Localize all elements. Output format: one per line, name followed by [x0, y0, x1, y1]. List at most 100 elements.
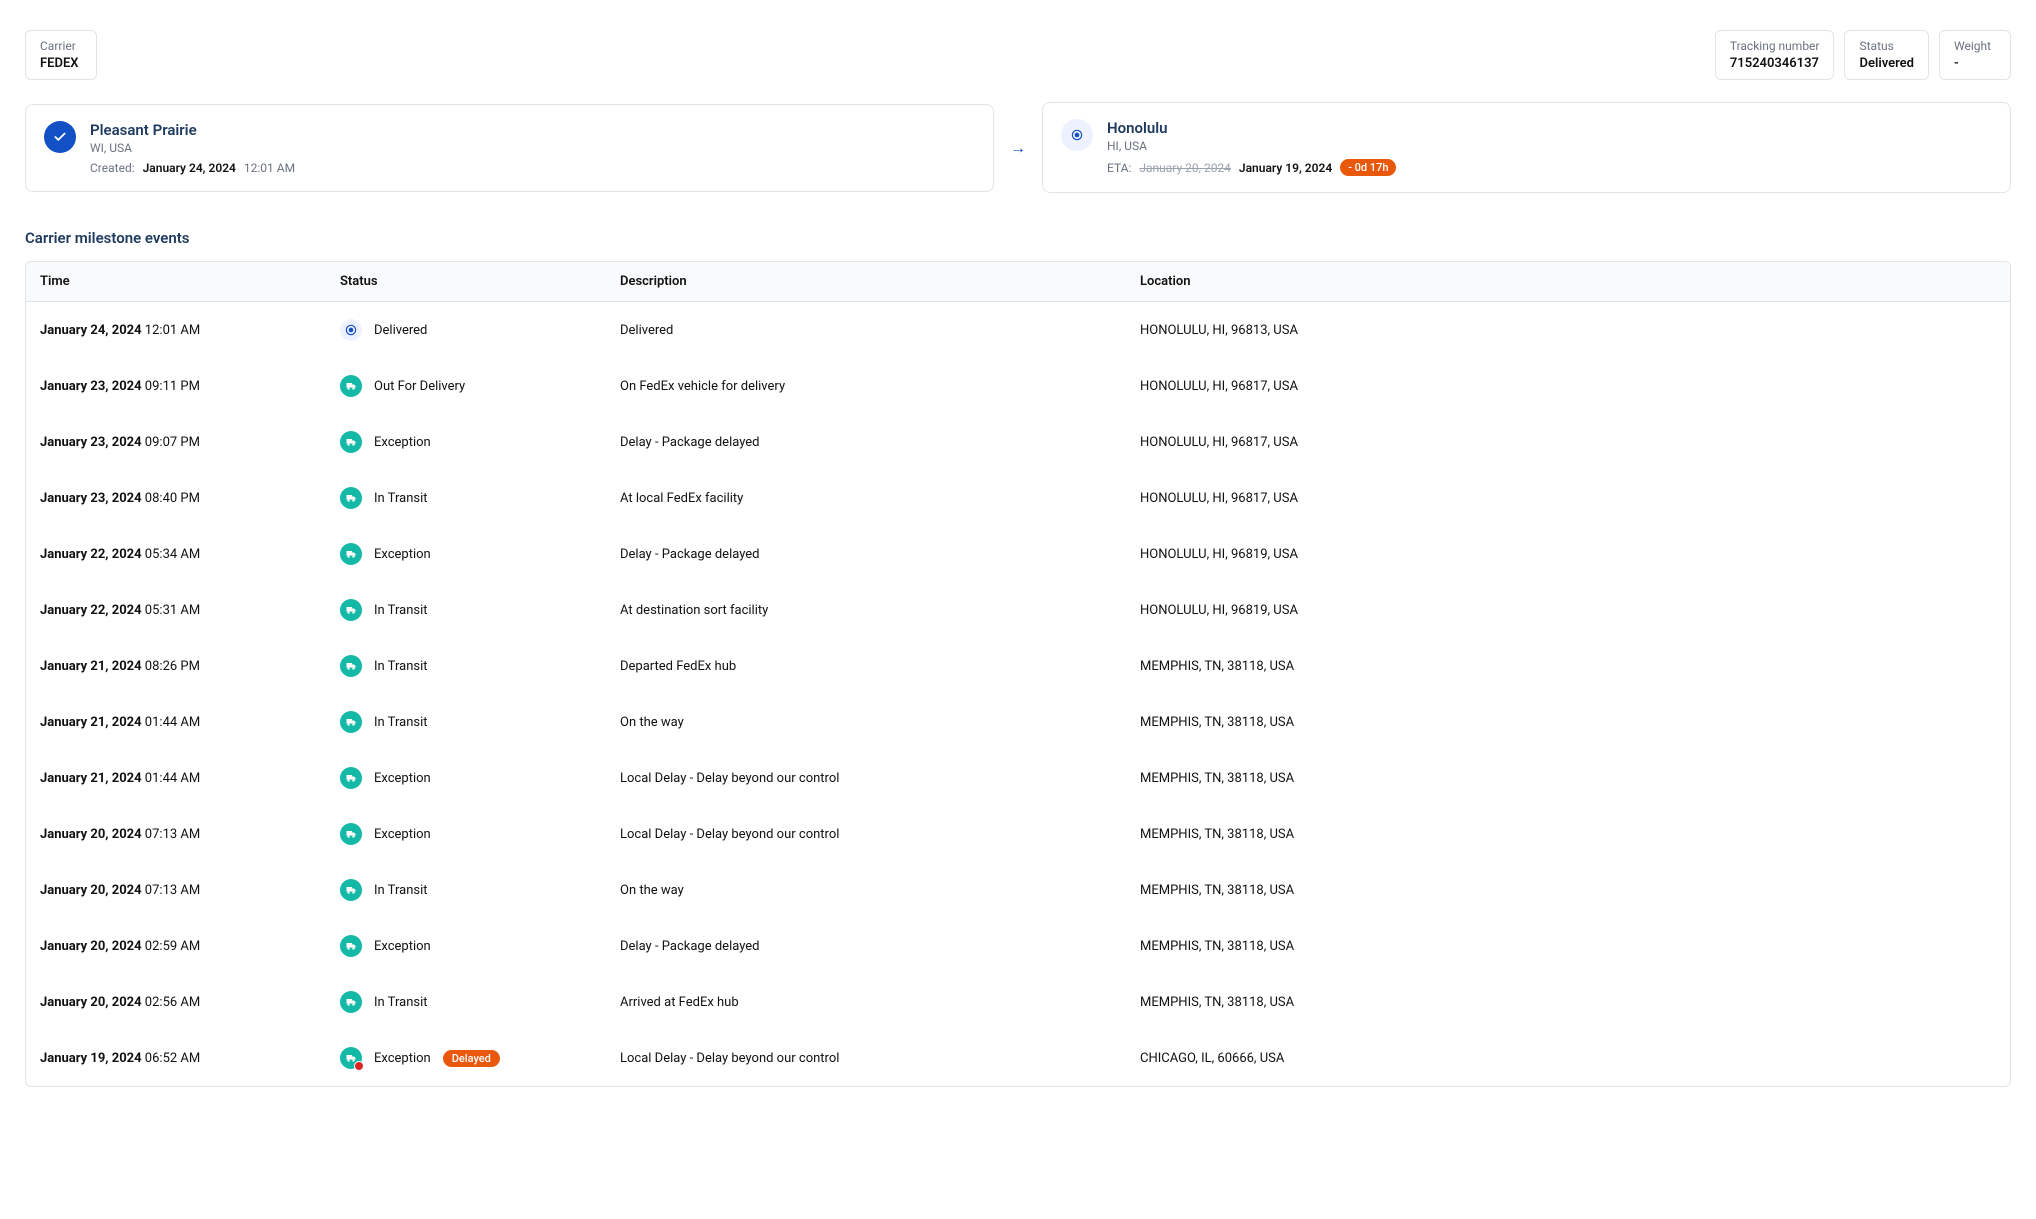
table-row: January 20, 2024 07:13 AMExceptionLocal … [26, 806, 2010, 862]
event-location: HONOLULU, HI, 96817, USA [1126, 479, 2010, 518]
event-status: In Transit [326, 867, 606, 913]
event-status: Exception [326, 923, 606, 969]
table-row: January 23, 2024 09:11 PM Out For Deliver… [26, 358, 2010, 414]
check-icon [44, 121, 76, 153]
table-row: January 23, 2024 09:07 PM Exception Delay … [26, 414, 2010, 470]
event-time-value: 09:07 PM [142, 435, 200, 450]
event-time-value: 05:34 AM [142, 547, 201, 562]
event-location: HONOLULU, HI, 96819, USA [1126, 591, 2010, 630]
eta-label: ETA: [1107, 161, 1131, 175]
event-date: January 22, 2024 [40, 603, 142, 618]
weight-label: Weight [1954, 39, 1996, 53]
event-status-text: Exception [374, 547, 431, 562]
table-row: January 21, 2024 01:44 AM Exception Local … [26, 750, 2010, 806]
event-time: January 23, 2024 09:07 PM [26, 423, 326, 462]
table-row: January 22, 2024 05:34 AMExceptionDelay … [26, 526, 2010, 582]
event-status: Exception [326, 531, 606, 577]
event-status-text: Out For Delivery [374, 379, 465, 394]
event-date: January 24, 2024 [40, 323, 142, 338]
destination-region: HI, USA [1107, 139, 1992, 153]
event-location: MEMPHIS, TN, 38118, USA [1126, 647, 2010, 686]
event-status: In Transit [326, 643, 606, 689]
location-pin-icon [340, 319, 362, 341]
destination-content: Honolulu HI, USA ETA: January 20, 2024 J… [1107, 119, 1992, 176]
alert-dot-icon [354, 1061, 364, 1071]
event-time: January 21, 2024 01:44 AM [26, 703, 326, 742]
event-description: Delay - Package delayed [606, 927, 1126, 966]
event-description: Local Delay - Delay beyond our control [606, 1039, 1126, 1078]
event-status-text: Exception [374, 1051, 431, 1066]
event-status-text: In Transit [374, 603, 428, 618]
event-status-text: Exception [374, 827, 431, 842]
event-time: January 20, 2024 07:13 AM [26, 871, 326, 910]
event-description: On FedEx vehicle for delivery [606, 367, 1126, 406]
event-time-value: 09:11 PM [142, 379, 200, 394]
tracking-label: Tracking number [1730, 39, 1820, 53]
col-header-location: Location [1126, 262, 2010, 301]
event-date: January 20, 2024 [40, 883, 142, 898]
event-status-text: In Transit [374, 883, 428, 898]
event-status-text: In Transit [374, 995, 428, 1010]
event-date: January 23, 2024 [40, 379, 142, 394]
origin-region: WI, USA [90, 141, 975, 155]
tracking-value: 715240346137 [1730, 56, 1820, 71]
table-row: January 23, 2024 08:40 PMIn TransitAt lo… [26, 470, 2010, 526]
events-body: January 24, 2024 12:01 AMDeliveredDelive… [26, 302, 2010, 1086]
event-date: January 21, 2024 [40, 659, 142, 674]
event-date: January 20, 2024 [40, 995, 142, 1010]
created-label: Created: [90, 161, 135, 175]
destination-city: Honolulu [1107, 119, 1992, 137]
event-status-text: Exception [374, 435, 431, 450]
event-status-text: Delivered [374, 323, 427, 338]
event-location: MEMPHIS, TN, 38118, USA [1126, 871, 2010, 910]
truck-icon [340, 655, 362, 677]
table-row: January 22, 2024 05:31 AMIn TransitAt de… [26, 582, 2010, 638]
event-location: CHICAGO, IL, 60666, USA [1126, 1039, 2010, 1078]
event-time: January 21, 2024 08:26 PM [26, 647, 326, 686]
eta-actual: January 19, 2024 [1239, 161, 1332, 175]
events-header-row: Time Status Description Location [26, 262, 2010, 302]
created-time: 12:01 AM [244, 161, 295, 175]
event-description: Departed FedEx hub [606, 647, 1126, 686]
col-header-time: Time [26, 262, 326, 301]
table-row: January 20, 2024 02:56 AMIn TransitArriv… [26, 974, 2010, 1030]
destination-box: Honolulu HI, USA ETA: January 20, 2024 J… [1042, 102, 2011, 193]
event-time-value: 01:44 AM [142, 715, 201, 730]
status-label: Status [1859, 39, 1914, 53]
location-pin-icon [1061, 119, 1093, 151]
table-row: January 24, 2024 12:01 AMDeliveredDelive… [26, 302, 2010, 358]
event-date: January 20, 2024 [40, 827, 142, 842]
event-description: At local FedEx facility [606, 479, 1126, 518]
header-info-row: Carrier FEDEX Tracking number 7152403461… [25, 30, 2011, 80]
truck-icon [340, 599, 362, 621]
truck-icon [340, 879, 362, 901]
event-time-value: 08:40 PM [142, 491, 200, 506]
route-row: Pleasant Prairie WI, USA Created: Januar… [25, 102, 2011, 193]
origin-city: Pleasant Prairie [90, 121, 975, 139]
event-status-text: Exception [374, 771, 431, 786]
event-status: In Transit [326, 587, 606, 633]
weight-card: Weight - [1939, 30, 2011, 80]
event-description: Delay - Package delayed [606, 423, 1126, 462]
event-time-value: 07:13 AM [142, 827, 201, 842]
truck-icon [340, 1047, 362, 1069]
table-row: January 20, 2024 07:13 AMIn TransitOn th… [26, 862, 2010, 918]
carrier-label: Carrier [40, 39, 82, 53]
truck-icon [340, 935, 362, 957]
event-time: January 23, 2024 09:11 PM [26, 367, 326, 406]
event-status: Delivered [326, 307, 606, 353]
event-date: January 19, 2024 [40, 1051, 142, 1066]
event-description: Local Delay - Delay beyond our control [606, 759, 1126, 798]
event-time: January 21, 2024 01:44 AM [26, 759, 326, 798]
event-status: In Transit [326, 475, 606, 521]
table-row: January 19, 2024 06:52 AMExceptionDelaye… [26, 1030, 2010, 1086]
eta-original: January 20, 2024 [1139, 161, 1231, 175]
event-date: January 21, 2024 [40, 715, 142, 730]
event-location: HONOLULU, HI, 96817, USA [1126, 423, 2010, 462]
created-date: January 24, 2024 [143, 161, 236, 175]
event-time: January 20, 2024 02:56 AM [26, 983, 326, 1022]
event-time-value: 02:59 AM [142, 939, 201, 954]
table-row: January 21, 2024 01:44 AMIn TransitOn th… [26, 694, 2010, 750]
truck-icon [340, 487, 362, 509]
event-time: January 20, 2024 07:13 AM [26, 815, 326, 854]
